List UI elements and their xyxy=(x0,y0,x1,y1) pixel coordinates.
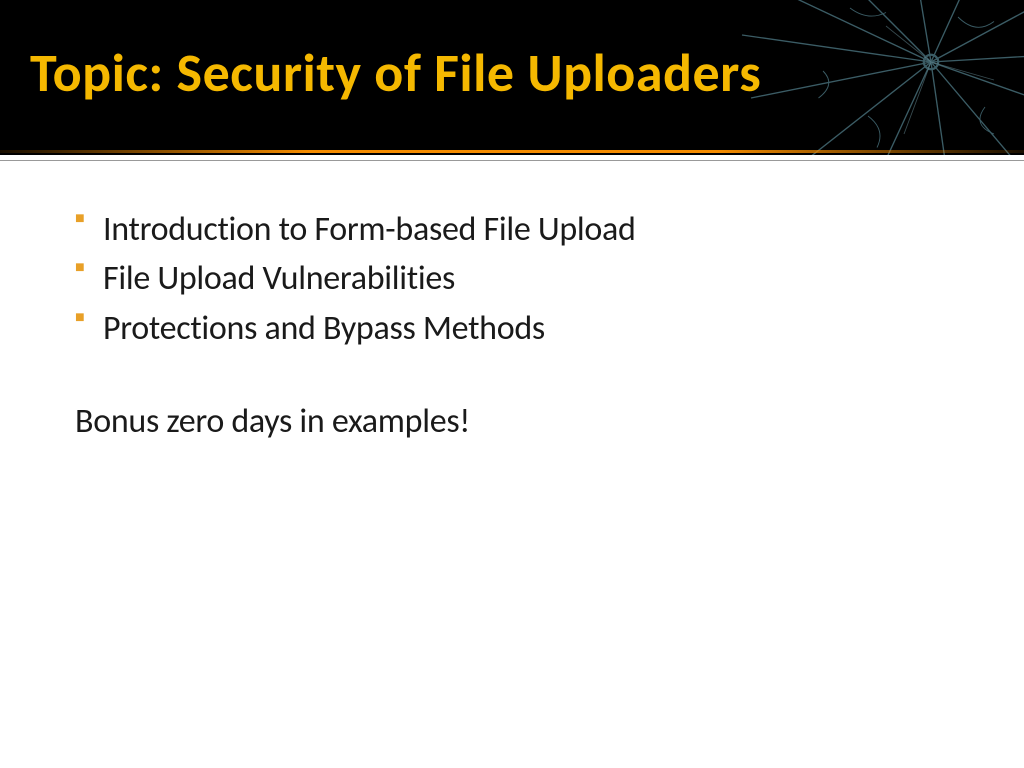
bullet-item: Protections and Bypass Methods xyxy=(75,304,949,353)
slide-content: Introduction to Form-based File Upload F… xyxy=(0,155,1024,442)
slide-header: Topic: Security of File Uploaders xyxy=(0,0,1024,155)
cracked-glass-graphic xyxy=(724,0,1024,155)
bullet-item: File Upload Vulnerabilities xyxy=(75,254,949,303)
slide-title: Topic: Security of File Uploaders xyxy=(30,40,761,106)
header-divider xyxy=(0,160,1024,161)
bonus-text: Bonus zero days in examples! xyxy=(75,401,949,442)
header-accent-line xyxy=(0,150,1024,153)
bullet-item: Introduction to Form-based File Upload xyxy=(75,205,949,254)
bullet-list: Introduction to Form-based File Upload F… xyxy=(75,205,949,353)
